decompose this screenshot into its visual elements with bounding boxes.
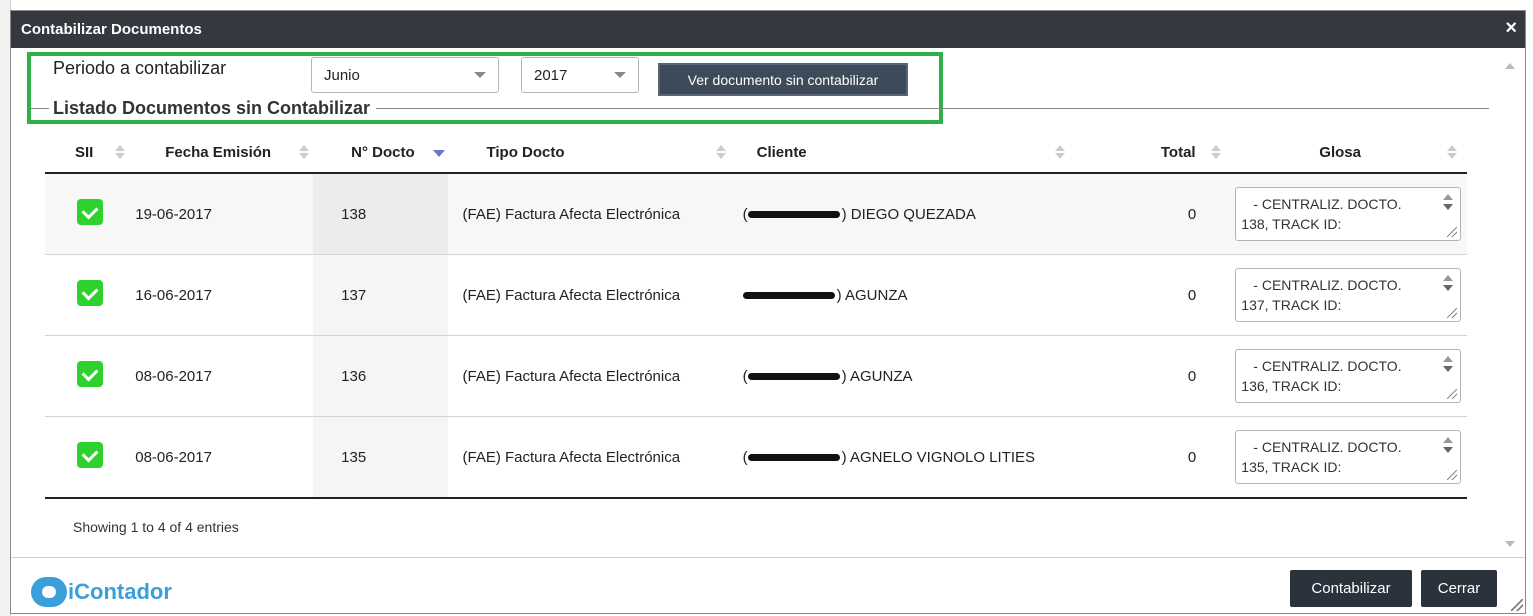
chevron-down-icon xyxy=(614,72,626,78)
cliente-cell: () DIEGO QUEZADA xyxy=(726,173,1079,255)
ndocto-cell: 138 xyxy=(313,173,449,255)
entries-info: Showing 1 to 4 of 4 entries xyxy=(73,519,239,535)
scroll-down-icon[interactable] xyxy=(1505,541,1515,547)
sii-checkbox[interactable] xyxy=(77,442,103,468)
col-header-glosa[interactable]: Glosa xyxy=(1223,132,1467,174)
sii-cell xyxy=(45,254,134,336)
tipo-cell: (FAE) Factura Afecta Electrónica xyxy=(448,416,727,499)
footer-divider xyxy=(11,557,1525,558)
sii-checkbox[interactable] xyxy=(77,280,103,306)
fecha-cell: 08-06-2017 xyxy=(133,335,314,417)
table-row[interactable]: 08-06-2017 136 (FAE) Factura Afecta Elec… xyxy=(45,335,1467,417)
redacted-rut xyxy=(747,454,840,462)
fecha-cell: 19-06-2017 xyxy=(133,173,314,255)
cloud-logo-icon xyxy=(31,577,67,607)
table-row[interactable]: 08-06-2017 135 (FAE) Factura Afecta Elec… xyxy=(45,416,1467,499)
spinner-icon[interactable] xyxy=(1441,194,1455,216)
sii-cell xyxy=(45,335,134,417)
month-select[interactable]: Junio xyxy=(311,57,499,93)
sort-desc-icon xyxy=(433,150,446,157)
cerrar-button[interactable]: Cerrar xyxy=(1421,570,1497,607)
contabilizar-button[interactable]: Contabilizar xyxy=(1290,570,1412,607)
resize-grip-icon[interactable] xyxy=(1511,599,1523,611)
glosa-cell: - CENTRALIZ. DOCTO. 135, TRACK ID: xyxy=(1223,416,1467,499)
tipo-cell: (FAE) Factura Afecta Electrónica xyxy=(448,173,727,255)
contabilizar-dialog: Contabilizar Documentos × Periodo a cont… xyxy=(10,10,1526,614)
glosa-cell: - CENTRALIZ. DOCTO. 138, TRACK ID: xyxy=(1223,173,1467,255)
glosa-textarea[interactable]: - CENTRALIZ. DOCTO. 138, TRACK ID: xyxy=(1235,187,1462,241)
sii-checkbox[interactable] xyxy=(77,361,103,387)
cliente-cell: ) AGUNZA xyxy=(726,254,1079,336)
tipo-cell: (FAE) Factura Afecta Electrónica xyxy=(448,335,727,417)
table-header-row: SII Fecha Emisión N° Docto Tipo Docto Cl… xyxy=(45,132,1467,174)
col-header-fecha[interactable]: Fecha Emisión xyxy=(133,132,314,174)
spinner-icon[interactable] xyxy=(1441,356,1455,378)
month-select-value: Junio xyxy=(324,66,360,84)
col-header-total[interactable]: Total xyxy=(1078,132,1224,174)
col-header-tipo[interactable]: Tipo Docto xyxy=(448,132,727,174)
cliente-cell: () AGNELO VIGNOLO LITIES xyxy=(726,416,1079,499)
redacted-rut xyxy=(747,211,840,219)
ndocto-cell: 137 xyxy=(313,254,449,336)
total-cell: 0 xyxy=(1078,335,1224,417)
vertical-scrollbar[interactable] xyxy=(1501,49,1517,557)
ndocto-cell: 136 xyxy=(313,335,449,417)
spinner-icon[interactable] xyxy=(1441,275,1455,297)
year-select[interactable]: 2017 xyxy=(521,57,639,93)
redacted-rut xyxy=(747,373,840,381)
col-header-ndocto[interactable]: N° Docto xyxy=(313,132,449,174)
fecha-cell: 16-06-2017 xyxy=(133,254,314,336)
year-select-value: 2017 xyxy=(534,66,568,84)
sii-checkbox[interactable] xyxy=(77,199,103,225)
glosa-textarea[interactable]: - CENTRALIZ. DOCTO. 137, TRACK ID: xyxy=(1235,268,1462,322)
resize-grip-icon[interactable] xyxy=(1447,470,1458,480)
periodo-label: Periodo a contabilizar xyxy=(53,58,227,78)
glosa-textarea[interactable]: - CENTRALIZ. DOCTO. 136, TRACK ID: xyxy=(1235,349,1462,403)
dialog-titlebar: Contabilizar Documentos × xyxy=(11,11,1525,48)
fecha-cell: 08-06-2017 xyxy=(133,416,314,499)
total-cell: 0 xyxy=(1078,173,1224,255)
sii-cell xyxy=(45,416,134,499)
icontador-logo: iContador xyxy=(31,577,172,607)
ver-documento-button[interactable]: Ver documento sin contabilizar xyxy=(658,63,908,96)
total-cell: 0 xyxy=(1078,416,1224,499)
resize-grip-icon[interactable] xyxy=(1447,308,1458,318)
tipo-cell: (FAE) Factura Afecta Electrónica xyxy=(448,254,727,336)
spinner-icon[interactable] xyxy=(1441,437,1455,459)
col-header-sii[interactable]: SII xyxy=(45,132,134,174)
listado-legend: Listado Documentos sin Contabilizar xyxy=(49,98,377,119)
sii-cell xyxy=(45,173,134,255)
col-header-cliente[interactable]: Cliente xyxy=(726,132,1079,174)
glosa-cell: - CENTRALIZ. DOCTO. 136, TRACK ID: xyxy=(1223,335,1467,417)
ndocto-cell: 135 xyxy=(313,416,449,499)
close-icon[interactable]: × xyxy=(1505,18,1517,38)
chevron-down-icon xyxy=(474,72,486,78)
dialog-title: Contabilizar Documentos xyxy=(21,21,202,38)
glosa-cell: - CENTRALIZ. DOCTO. 137, TRACK ID: xyxy=(1223,254,1467,336)
cliente-cell: () AGUNZA xyxy=(726,335,1079,417)
resize-grip-icon[interactable] xyxy=(1447,389,1458,399)
scroll-up-icon[interactable] xyxy=(1505,63,1515,69)
total-cell: 0 xyxy=(1078,254,1224,336)
redacted-rut xyxy=(742,292,835,300)
table-row[interactable]: 16-06-2017 137 (FAE) Factura Afecta Elec… xyxy=(45,254,1467,336)
resize-grip-icon[interactable] xyxy=(1447,227,1458,237)
documents-table: SII Fecha Emisión N° Docto Tipo Docto Cl… xyxy=(45,132,1467,499)
table-row[interactable]: 19-06-2017 138 (FAE) Factura Afecta Elec… xyxy=(45,173,1467,255)
glosa-textarea[interactable]: - CENTRALIZ. DOCTO. 135, TRACK ID: xyxy=(1235,430,1462,484)
